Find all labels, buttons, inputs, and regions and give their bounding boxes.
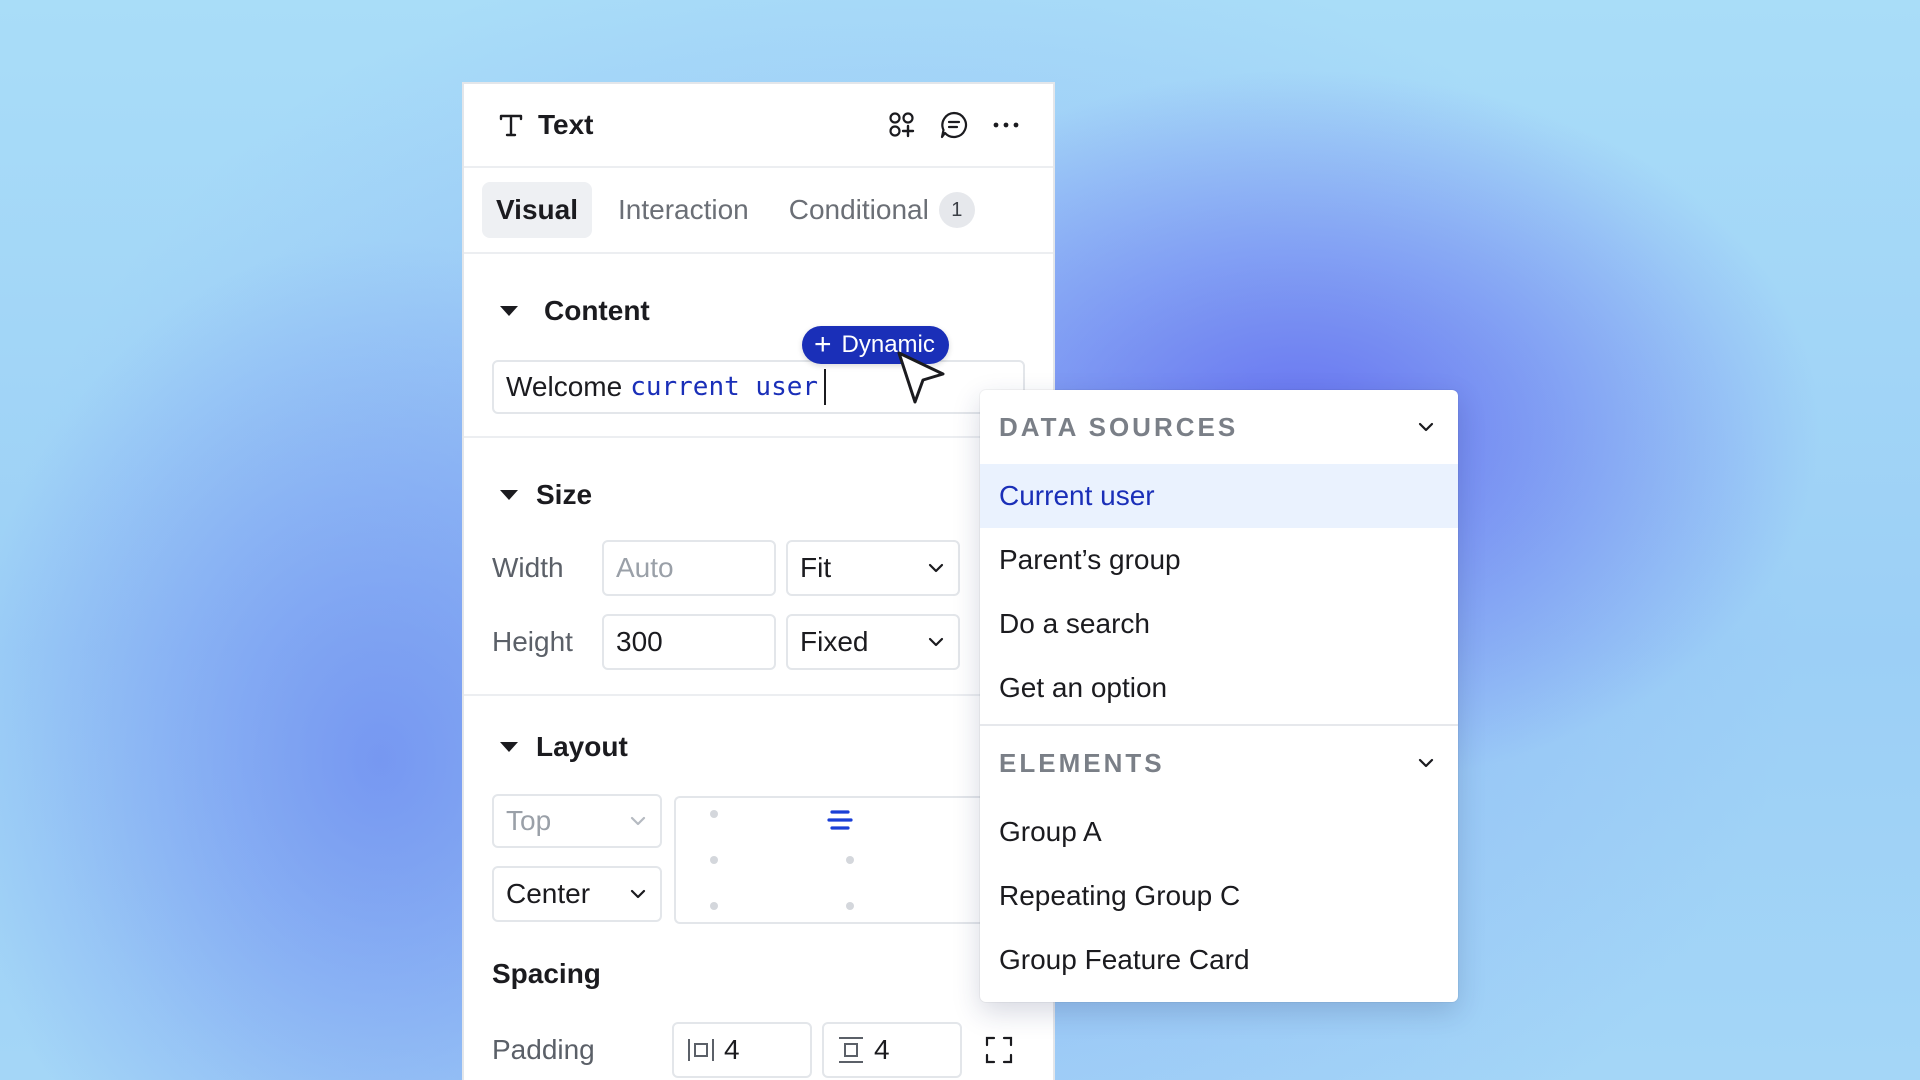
- tab-label: Conditional: [788, 194, 929, 225]
- static-text: Welcome: [506, 371, 623, 402]
- text-cursor: [824, 369, 827, 405]
- height-label: Height: [492, 626, 573, 657]
- text-type-icon: [499, 114, 523, 137]
- tab-interaction[interactable]: Interaction: [604, 182, 763, 238]
- comment-button[interactable]: [937, 108, 971, 142]
- elements-header[interactable]: ELEMENTS: [980, 726, 1458, 800]
- element-item-group-a[interactable]: Group A: [980, 800, 1458, 864]
- chevron-down-icon: [928, 637, 944, 647]
- section-title: Layout: [536, 731, 628, 762]
- data-source-item-get-an-option[interactable]: Get an option: [980, 656, 1458, 720]
- more-icon: [993, 122, 1019, 128]
- data-source-item-parents-group[interactable]: Parent’s group: [980, 528, 1458, 592]
- size-section: Size Width Auto Fit Height 300 Fixed: [464, 438, 1053, 696]
- list-item-label: Repeating Group C: [999, 880, 1241, 911]
- conditional-count-badge: 1: [938, 192, 975, 228]
- panel-title: Text: [538, 109, 594, 140]
- horizontal-align-select[interactable]: Center: [492, 866, 662, 922]
- list-item-label: Group Feature Card: [999, 944, 1250, 975]
- size-section-toggle[interactable]: Size: [492, 466, 1025, 524]
- more-button[interactable]: [989, 108, 1023, 142]
- align-dot[interactable]: [710, 902, 718, 910]
- padding-label: Padding: [492, 1034, 595, 1065]
- property-panel: Text Visual Interaction Conditional 1 Co…: [462, 82, 1055, 1080]
- padding-horizontal-input[interactable]: 4: [672, 1022, 812, 1078]
- padding-horizontal-value: 4: [724, 1034, 740, 1065]
- vertical-align-select[interactable]: Top: [492, 794, 662, 848]
- width-input[interactable]: Auto: [602, 540, 776, 596]
- tab-bar: Visual Interaction Conditional 1: [464, 168, 1053, 254]
- tab-conditional[interactable]: Conditional 1: [775, 180, 989, 240]
- padding-horizontal-icon: [688, 1039, 714, 1061]
- height-value: 300: [616, 626, 663, 657]
- layout-section: Layout Top Center Spacing Padding 4 4: [464, 696, 1053, 1078]
- align-top-center-icon[interactable]: [826, 808, 854, 836]
- list-item-label: Do a search: [999, 608, 1150, 639]
- section-title: Content: [544, 295, 650, 326]
- components-icon: [889, 112, 915, 138]
- data-sources-header[interactable]: DATA SOURCES: [980, 390, 1458, 464]
- padding-vertical-input[interactable]: 4: [822, 1022, 962, 1078]
- plus-icon: +: [814, 328, 832, 361]
- section-title: Size: [536, 479, 593, 510]
- dynamic-expression[interactable]: current user: [630, 372, 818, 402]
- height-mode-value: Fixed: [800, 626, 869, 657]
- list-item-label: Group A: [999, 816, 1102, 847]
- chevron-down-icon: [928, 563, 944, 573]
- elements-label: ELEMENTS: [999, 747, 1165, 778]
- horizontal-align-value: Center: [506, 878, 591, 909]
- data-source-item-do-a-search[interactable]: Do a search: [980, 592, 1458, 656]
- content-section: Content Welcome current user: [464, 254, 1053, 438]
- dynamic-data-dropdown: DATA SOURCES Current user Parent’s group…: [980, 390, 1458, 1002]
- width-label: Width: [492, 552, 564, 583]
- expand-padding-icon[interactable]: [984, 1035, 1014, 1065]
- collapse-caret-icon: [500, 306, 518, 316]
- mouse-pointer-icon: [897, 351, 945, 404]
- align-dot[interactable]: [846, 902, 854, 910]
- comment-icon: [940, 111, 968, 139]
- tab-label: Interaction: [617, 194, 749, 225]
- width-mode-value: Fit: [800, 552, 832, 583]
- chevron-down-icon: [630, 889, 646, 899]
- tab-visual[interactable]: Visual: [482, 182, 592, 238]
- collapse-caret-icon: [500, 742, 518, 752]
- padding-vertical-icon: [839, 1037, 863, 1063]
- vertical-align-value: Top: [506, 805, 552, 836]
- chevron-down-icon: [630, 816, 646, 826]
- width-row: Width Auto Fit: [492, 540, 1025, 596]
- width-placeholder: Auto: [616, 552, 674, 583]
- data-source-item-current-user[interactable]: Current user: [980, 464, 1458, 528]
- list-item-label: Current user: [999, 480, 1155, 511]
- align-dot[interactable]: [710, 856, 718, 864]
- content-section-toggle[interactable]: Content: [492, 282, 1025, 340]
- list-item-label: Get an option: [999, 672, 1168, 703]
- alignment-grid[interactable]: [674, 796, 994, 924]
- collapse-caret-icon: [500, 490, 518, 500]
- element-item-group-feature-card[interactable]: Group Feature Card: [980, 928, 1458, 992]
- tab-label: Visual: [496, 194, 578, 225]
- layout-section-toggle[interactable]: Layout: [492, 718, 1025, 776]
- element-item-repeating-group-c[interactable]: Repeating Group C: [980, 864, 1458, 928]
- data-sources-label: DATA SOURCES: [999, 411, 1239, 442]
- align-dot[interactable]: [846, 856, 854, 864]
- chevron-down-icon: [1418, 422, 1434, 432]
- components-button[interactable]: [885, 108, 919, 142]
- height-input[interactable]: 300: [602, 614, 776, 670]
- spacing-title: Spacing: [492, 958, 601, 989]
- chevron-down-icon: [1418, 758, 1434, 768]
- panel-header: Text: [464, 84, 1053, 168]
- padding-row: Padding 4 4: [492, 1022, 1025, 1078]
- width-mode-select[interactable]: Fit: [786, 540, 960, 596]
- align-dot[interactable]: [710, 810, 718, 818]
- height-row: Height 300 Fixed: [492, 614, 1025, 670]
- height-mode-select[interactable]: Fixed: [786, 614, 960, 670]
- list-item-label: Parent’s group: [999, 544, 1181, 575]
- padding-vertical-value: 4: [874, 1034, 890, 1065]
